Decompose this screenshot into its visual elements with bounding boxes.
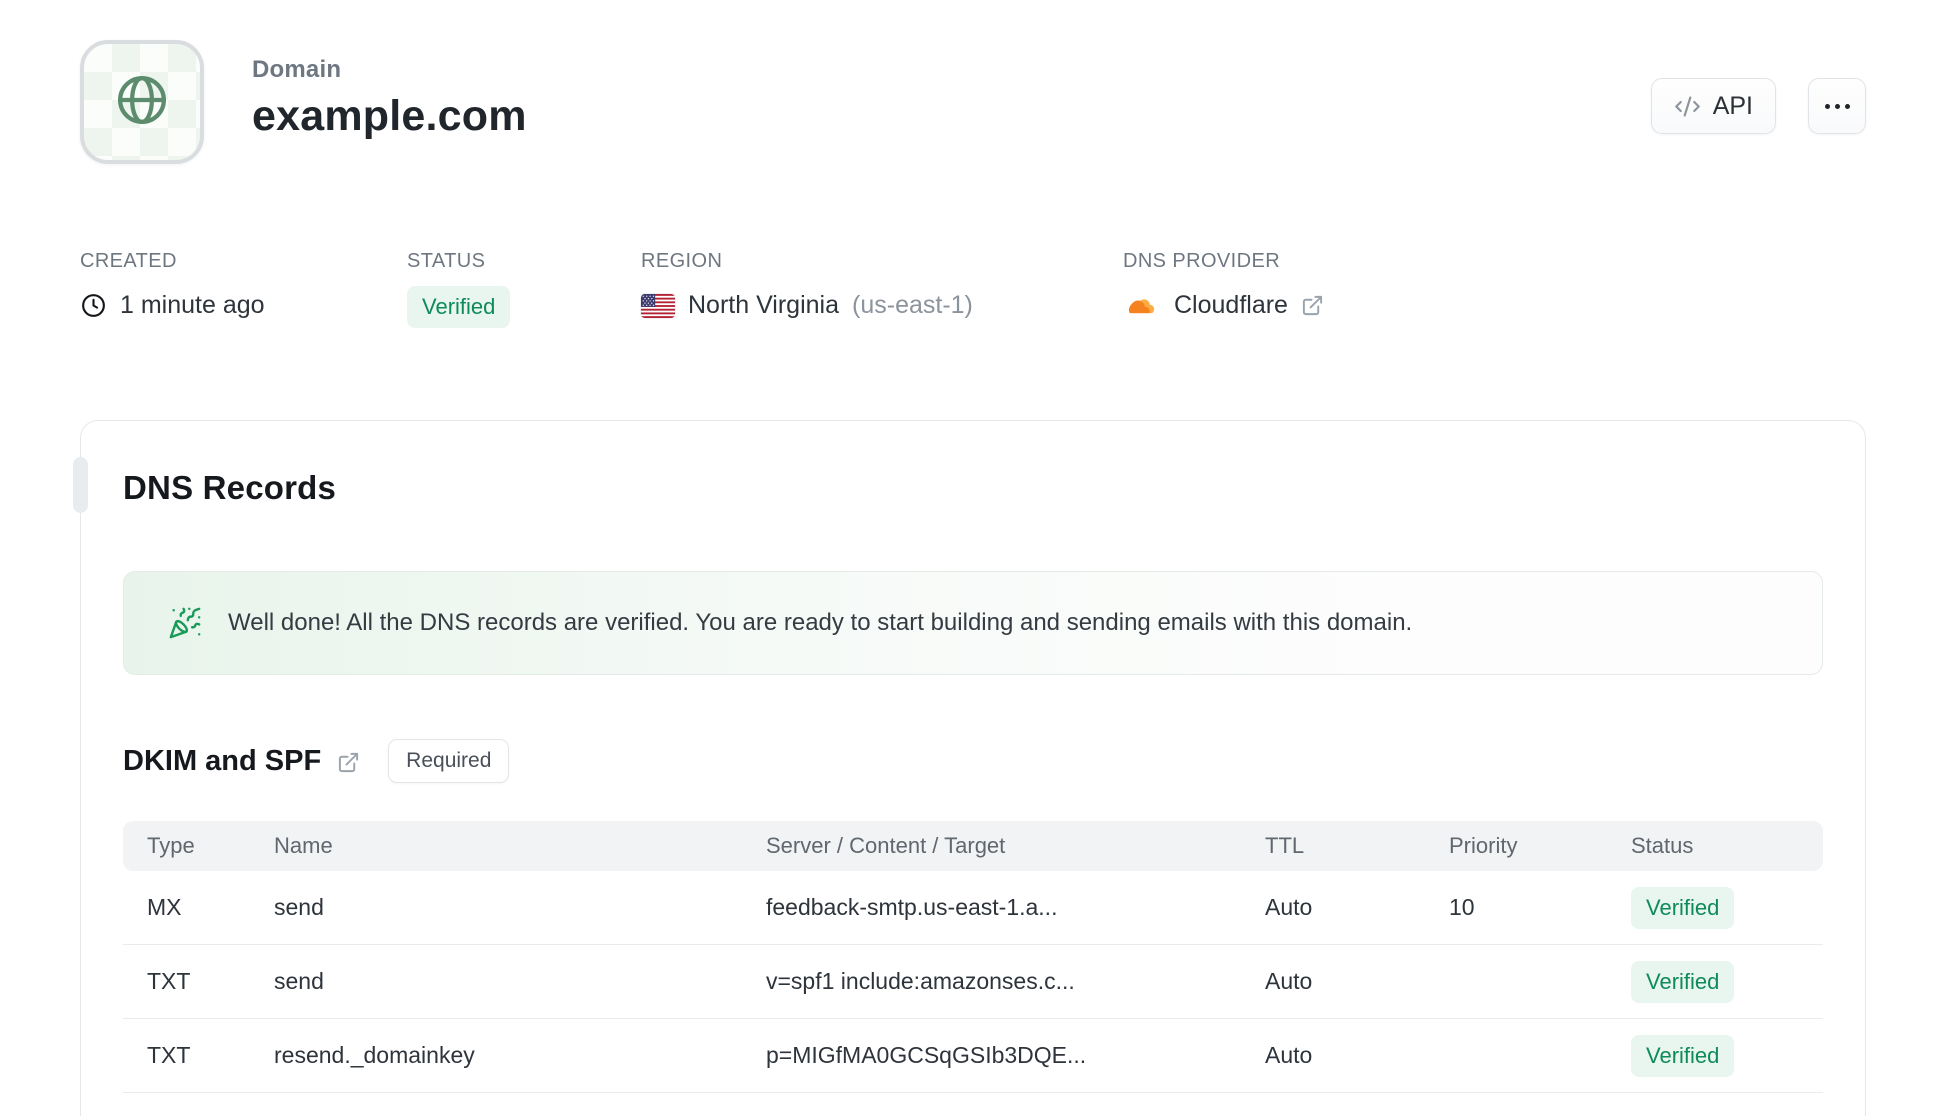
cell-ttl: Auto bbox=[1265, 968, 1313, 994]
ellipsis-icon bbox=[1824, 103, 1850, 109]
table-header-row: Type Name Server / Content / Target TTL … bbox=[123, 821, 1823, 871]
table-row[interactable]: MX send feedback-smtp.us-east-1.a... Aut… bbox=[123, 871, 1823, 945]
cell-name: send bbox=[274, 968, 324, 994]
region-code: (us-east-1) bbox=[852, 291, 973, 319]
page-header: Domain example.com API bbox=[80, 40, 1866, 164]
cell-content: feedback-smtp.us-east-1.a... bbox=[766, 894, 1058, 920]
meta-row: CREATED 1 minute ago STATUS Verified REG… bbox=[80, 250, 1866, 328]
table-row[interactable]: TXT send v=spf1 include:amazonses.c... A… bbox=[123, 945, 1823, 1019]
dns-provider-label: DNS PROVIDER bbox=[1123, 250, 1281, 272]
cell-status: Verified bbox=[1631, 960, 1823, 1003]
meta-region: REGION North Virginia (us-east-1) bbox=[641, 250, 1123, 328]
table-row[interactable]: TXT resend._domainkey p=MIGfMA0GCSqGSIb3… bbox=[123, 1019, 1823, 1093]
cell-name: send bbox=[274, 894, 324, 920]
meta-status: STATUS Verified bbox=[407, 250, 641, 328]
created-label: CREATED bbox=[80, 250, 177, 272]
dns-records-card: DNS Records Well done! All the DNS recor… bbox=[73, 420, 1866, 1116]
clock-icon bbox=[80, 292, 107, 319]
col-header-type: Type bbox=[147, 833, 195, 858]
globe-icon bbox=[110, 68, 174, 137]
cell-priority: 10 bbox=[1449, 894, 1475, 920]
col-header-priority: Priority bbox=[1449, 833, 1518, 858]
required-badge: Required bbox=[388, 739, 510, 783]
menu-button[interactable] bbox=[1808, 78, 1866, 134]
row-status-badge: Verified bbox=[1631, 1034, 1735, 1077]
dkim-spf-section-head: DKIM and SPF Required bbox=[123, 739, 1823, 783]
cloudflare-icon bbox=[1123, 294, 1161, 318]
api-button-label: API bbox=[1712, 91, 1753, 120]
party-popper-icon bbox=[168, 606, 202, 640]
cell-type: TXT bbox=[147, 968, 191, 994]
success-banner: Well done! All the DNS records are verif… bbox=[123, 571, 1823, 675]
domain-page: Domain example.com API CREATED 1 minute … bbox=[0, 0, 1944, 1116]
banner-message: Well done! All the DNS records are verif… bbox=[228, 609, 1413, 636]
external-link-icon bbox=[1301, 294, 1324, 317]
region-value: North Virginia bbox=[688, 291, 840, 319]
dns-records-table: Type Name Server / Content / Target TTL … bbox=[123, 821, 1823, 1093]
api-button[interactable]: API bbox=[1650, 78, 1776, 134]
cell-ttl: Auto bbox=[1265, 1042, 1313, 1068]
us-flag-icon bbox=[641, 293, 675, 318]
col-header-status: Status bbox=[1631, 833, 1694, 858]
cell-content: p=MIGfMA0GCSqGSIb3DQE... bbox=[766, 1042, 1087, 1068]
col-header-content: Server / Content / Target bbox=[766, 833, 1006, 858]
cell-status: Verified bbox=[1631, 886, 1823, 929]
page-title: example.com bbox=[252, 92, 527, 140]
region-label: REGION bbox=[641, 250, 723, 272]
header-actions: API bbox=[1650, 78, 1866, 134]
code-icon bbox=[1674, 93, 1701, 120]
col-header-ttl: TTL bbox=[1265, 833, 1305, 858]
row-status-badge: Verified bbox=[1631, 960, 1735, 1003]
col-header-name: Name bbox=[274, 833, 333, 858]
meta-dns-provider: DNS PROVIDER Cloudflare bbox=[1123, 250, 1324, 328]
status-label: STATUS bbox=[407, 250, 486, 272]
row-status-badge: Verified bbox=[1631, 886, 1735, 929]
cell-type: MX bbox=[147, 894, 182, 920]
dns-provider-value: Cloudflare bbox=[1174, 291, 1288, 319]
cell-ttl: Auto bbox=[1265, 894, 1313, 920]
dkim-external-link-icon[interactable] bbox=[337, 751, 360, 774]
card-side-tab bbox=[73, 457, 88, 513]
domain-kicker: Domain bbox=[252, 56, 342, 83]
dkim-spf-title: DKIM and SPF bbox=[123, 744, 322, 777]
created-value: 1 minute ago bbox=[120, 291, 265, 319]
cell-content: v=spf1 include:amazonses.c... bbox=[766, 968, 1075, 994]
domain-avatar bbox=[80, 40, 204, 164]
cell-type: TXT bbox=[147, 1042, 191, 1068]
dns-provider-link[interactable]: Cloudflare bbox=[1123, 291, 1324, 320]
dns-records-title: DNS Records bbox=[123, 469, 337, 506]
header-text: Domain example.com bbox=[252, 40, 527, 141]
cell-status: Verified bbox=[1631, 1034, 1823, 1077]
cell-name: resend._domainkey bbox=[274, 1042, 475, 1068]
meta-created: CREATED 1 minute ago bbox=[80, 250, 407, 328]
status-badge: Verified bbox=[407, 286, 511, 328]
